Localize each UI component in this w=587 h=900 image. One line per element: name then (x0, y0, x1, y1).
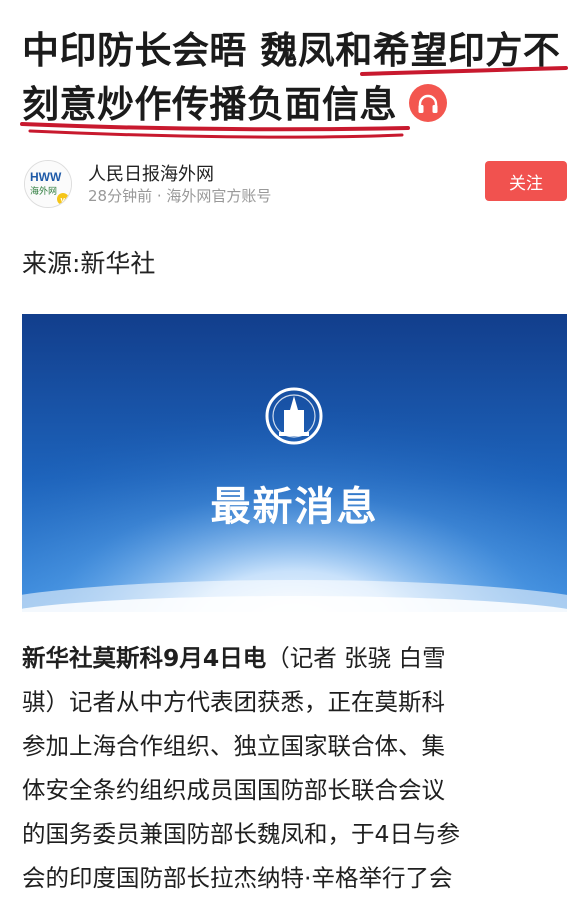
banner-title: 最新消息 (210, 484, 379, 530)
headline-line-2: 刻意炒作传播负面信息 (22, 78, 572, 132)
article-line-2: 骐）记者从中方代表团获悉，正在莫斯科 (22, 688, 445, 716)
author-meta: 28分钟前 · 海外网官方账号 (88, 187, 272, 205)
article-line-1-rest: （记者 张骁 白雪 (266, 644, 446, 672)
banner-background (22, 314, 567, 612)
article-line-5: 的国务委员兼国防部长魏凤和，于4日与参 (22, 820, 460, 848)
headline-line-2-text: 刻意炒作传播负面信息 (22, 83, 397, 126)
article-line-4: 体安全条约组织成员国国防部长联合会议 (22, 776, 445, 804)
svg-text:HWW: HWW (30, 170, 62, 184)
breaking-news-banner: 最新消息 (22, 314, 567, 612)
article-line-6: 会的印度国防部长拉杰纳特·辛格举行了会 (22, 864, 453, 892)
headline-line-1: 中印防长会晤 魏凤和希望印方不 (22, 29, 561, 72)
svg-text:v: v (61, 196, 66, 205)
article-line-3: 参加上海合作组织、独立国家联合体、集 (22, 732, 445, 760)
author-name[interactable]: 人民日报海外网 (88, 160, 214, 186)
headphones-icon (418, 94, 438, 113)
article-line-1: 新华社莫斯科9月4日电（记者 张骁 白雪 (22, 636, 570, 680)
audio-play-icon[interactable] (409, 83, 447, 122)
source-label: 来源:新华社 (22, 249, 156, 278)
headline: 中印防长会晤 魏凤和希望印方不 刻意炒作传播负面信息 (22, 24, 572, 132)
article-dateline: 新华社莫斯科9月4日电 (22, 644, 267, 672)
article-body: 新华社莫斯科9月4日电（记者 张骁 白雪 骐）记者从中方代表团获悉，正在莫斯科 … (22, 636, 570, 900)
svg-text:海外网: 海外网 (30, 185, 57, 197)
haiwainet-logo-icon: HWW 海外网 v (25, 161, 71, 207)
author-avatar[interactable]: HWW 海外网 v (24, 160, 72, 208)
follow-button[interactable]: 关注 (485, 161, 567, 201)
article-page: 中印防长会晤 魏凤和希望印方不 刻意炒作传播负面信息 HWW 海外网 v 人民日… (0, 0, 587, 900)
